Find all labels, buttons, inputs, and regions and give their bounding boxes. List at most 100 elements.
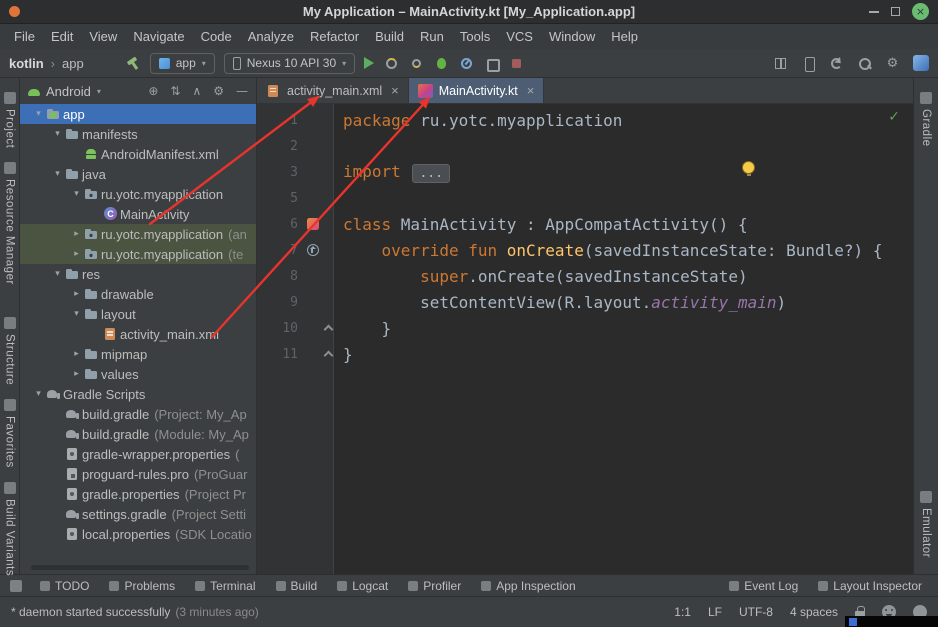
scrollbar-thumb[interactable] (31, 565, 249, 570)
expand-all-icon[interactable]: ⇅ (170, 84, 180, 98)
device-manager-icon[interactable] (801, 56, 816, 71)
avatar-icon[interactable] (913, 55, 929, 71)
chevron-down-icon[interactable] (51, 129, 64, 139)
toolwindows-icon[interactable] (773, 56, 788, 71)
toolbar-item-terminal[interactable]: Terminal (185, 575, 265, 597)
tree-item-androidmanifest-xml[interactable]: AndroidManifest.xml (20, 144, 256, 164)
debug-icon[interactable] (434, 56, 449, 71)
toolwindow-button-structure[interactable]: Structure (4, 317, 16, 385)
menu-item-navigate[interactable]: Navigate (125, 24, 192, 49)
tree-item-local-properties-sdk-locatio[interactable]: local.properties(SDK Locatio (20, 524, 256, 544)
menu-item-tools[interactable]: Tools (452, 24, 498, 49)
tree-item-ru-yotc-myapplication-te[interactable]: ru.yotc.myapplication(te (20, 244, 256, 264)
menu-item-build[interactable]: Build (367, 24, 412, 49)
chevron-down-icon[interactable]: ▾ (97, 87, 101, 96)
toolbar-item-layout-inspector[interactable]: Layout Inspector (808, 575, 932, 597)
breadcrumb-module[interactable]: kotlin (9, 56, 44, 71)
chevron-right-icon[interactable] (70, 289, 83, 299)
menu-item-code[interactable]: Code (193, 24, 240, 49)
toolwindow-button-favorites[interactable]: Favorites (4, 399, 16, 468)
tree-item-app[interactable]: app (20, 104, 256, 124)
toolwindow-switcher-icon[interactable] (10, 580, 22, 592)
tree-item-res[interactable]: res (20, 264, 256, 284)
toolwindow-button-build-variants[interactable]: Build Variants (4, 482, 16, 576)
tree-item-mainactivity[interactable]: MainActivity (20, 204, 256, 224)
tree-item-layout[interactable]: layout (20, 304, 256, 324)
search-everywhere-icon[interactable] (857, 56, 872, 71)
chevron-right-icon[interactable] (70, 369, 83, 379)
toolwindow-button-project[interactable]: Project (4, 92, 16, 148)
menu-item-help[interactable]: Help (603, 24, 646, 49)
fold-end-icon[interactable] (324, 351, 334, 361)
tree-item-gradle-scripts[interactable]: Gradle Scripts (20, 384, 256, 404)
settings-icon[interactable] (885, 56, 900, 71)
tree-item-java[interactable]: java (20, 164, 256, 184)
tree-item-ru-yotc-myapplication-an[interactable]: ru.yotc.myapplication(an (20, 224, 256, 244)
project-hscrollbar[interactable] (23, 564, 253, 571)
tree-item-ru-yotc-myapplication[interactable]: ru.yotc.myapplication (20, 184, 256, 204)
indent-size[interactable]: 4 spaces (790, 605, 838, 619)
toolwindow-button-gradle[interactable]: Gradle (920, 92, 932, 147)
file-encoding[interactable]: UTF-8 (739, 605, 773, 619)
code-area[interactable]: 1package ru.yotc.myapplication23import .… (257, 104, 913, 574)
tree-item-gradle-properties-project-pr[interactable]: gradle.properties(Project Pr (20, 484, 256, 504)
tree-item-mipmap[interactable]: mipmap (20, 344, 256, 364)
chevron-down-icon[interactable] (51, 169, 64, 179)
toolbar-item-logcat[interactable]: Logcat (327, 575, 398, 597)
tree-item-settings-gradle-project-setti[interactable]: settings.gradle(Project Setti (20, 504, 256, 524)
chevron-right-icon[interactable] (70, 229, 83, 239)
locate-file-icon[interactable]: ⊕ (148, 84, 158, 98)
chevron-down-icon[interactable] (32, 389, 45, 399)
tree-item-gradle-wrapper-properties[interactable]: gradle-wrapper.properties( (20, 444, 256, 464)
minimize-icon[interactable] (869, 11, 879, 13)
chevron-right-icon[interactable] (70, 249, 83, 259)
menu-item-edit[interactable]: Edit (43, 24, 81, 49)
tab-mainactivity-kt[interactable]: MainActivity.kt (409, 78, 545, 103)
menu-item-vcs[interactable]: VCS (498, 24, 541, 49)
stop-icon[interactable] (509, 56, 524, 71)
toolwindow-button-resource-manager[interactable]: Resource Manager (4, 162, 16, 285)
collapse-all-icon[interactable]: ∧ (192, 84, 201, 98)
tree-item-proguard-rules-pro-proguar[interactable]: proguard-rules.pro(ProGuar (20, 464, 256, 484)
build-hammer-icon[interactable] (126, 56, 141, 71)
chevron-right-icon[interactable] (70, 349, 83, 359)
profiler-icon[interactable] (459, 56, 474, 71)
tab-activity-main-xml[interactable]: activity_main.xml (257, 78, 409, 103)
toolbar-item-todo[interactable]: TODO (30, 575, 99, 597)
apply-changes-icon[interactable] (384, 56, 399, 71)
toolbar-item-build[interactable]: Build (266, 575, 328, 597)
tree-item-drawable[interactable]: drawable (20, 284, 256, 304)
toolbar-item-profiler[interactable]: Profiler (398, 575, 471, 597)
toolbar-item-event-log[interactable]: Event Log (719, 575, 808, 597)
menu-item-file[interactable]: File (6, 24, 43, 49)
tree-item-build-gradle-project-my-ap[interactable]: build.gradle(Project: My_Ap (20, 404, 256, 424)
toolbar-item-app-inspection[interactable]: App Inspection (471, 575, 585, 597)
attach-debugger-icon[interactable] (484, 56, 499, 71)
tree-item-values[interactable]: values (20, 364, 256, 384)
menu-item-analyze[interactable]: Analyze (240, 24, 302, 49)
maximize-icon[interactable] (891, 7, 900, 16)
device-selector-dropdown[interactable]: Nexus 10 API 30 ▾ (224, 53, 355, 74)
sync-project-icon[interactable] (829, 56, 844, 71)
settings-icon[interactable]: ⚙ (213, 84, 224, 98)
toolbar-item-problems[interactable]: Problems (99, 575, 185, 597)
hide-panel-icon[interactable]: — (236, 84, 248, 98)
fold-end-icon[interactable] (324, 325, 334, 335)
menu-item-run[interactable]: Run (412, 24, 452, 49)
run-icon[interactable] (364, 57, 374, 69)
menu-item-refactor[interactable]: Refactor (302, 24, 367, 49)
run-configuration-dropdown[interactable]: app ▾ (150, 53, 215, 74)
chevron-down-icon[interactable] (70, 189, 83, 199)
close-tab-icon[interactable] (527, 84, 535, 97)
chevron-down-icon[interactable] (70, 309, 83, 319)
override-icon[interactable] (307, 244, 319, 256)
apply-code-changes-icon[interactable] (409, 56, 424, 71)
project-view-mode[interactable]: Android (46, 84, 91, 99)
caret-position[interactable]: 1:1 (674, 605, 691, 619)
close-tab-icon[interactable] (391, 84, 399, 97)
tree-item-build-gradle-module-my-ap[interactable]: build.gradle(Module: My_Ap (20, 424, 256, 444)
chevron-down-icon[interactable] (51, 269, 64, 279)
line-separator[interactable]: LF (708, 605, 722, 619)
tree-item-manifests[interactable]: manifests (20, 124, 256, 144)
toolwindow-button-emulator[interactable]: Emulator (920, 491, 932, 558)
